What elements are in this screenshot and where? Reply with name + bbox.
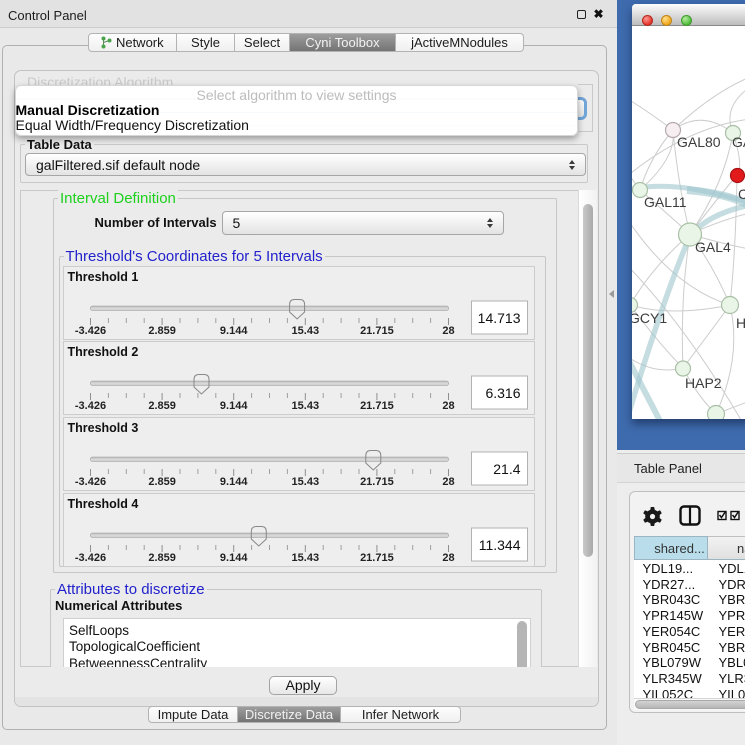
svg-text:15.43: 15.43 xyxy=(291,325,319,337)
svg-text:15.43: 15.43 xyxy=(291,552,319,564)
svg-text:9.144: 9.144 xyxy=(219,325,247,337)
svg-text:GAL11: GAL11 xyxy=(644,194,687,210)
svg-text:-3.426: -3.426 xyxy=(74,325,105,337)
svg-text:GCY1: GCY1 xyxy=(632,310,667,326)
svg-text:2.859: 2.859 xyxy=(148,325,176,337)
svg-text:9.144: 9.144 xyxy=(219,552,247,564)
svg-text:11.344: 11.344 xyxy=(478,537,520,553)
svg-text:GAL4: GAL4 xyxy=(695,239,731,255)
svg-text:2.859: 2.859 xyxy=(148,476,176,488)
svg-text:C: C xyxy=(738,186,745,202)
svg-text:28: 28 xyxy=(442,476,454,488)
svg-text:-3.426: -3.426 xyxy=(74,552,105,564)
svg-text:2.859: 2.859 xyxy=(148,400,176,412)
svg-text:H: H xyxy=(736,315,745,331)
svg-text:21.715: 21.715 xyxy=(360,400,394,412)
svg-text:-3.426: -3.426 xyxy=(74,400,105,412)
svg-text:HAP2: HAP2 xyxy=(685,375,722,391)
svg-text:15.43: 15.43 xyxy=(291,476,319,488)
svg-text:21.4: 21.4 xyxy=(493,461,520,477)
svg-text:28: 28 xyxy=(442,400,454,412)
svg-text:9.144: 9.144 xyxy=(219,476,247,488)
svg-text:9.144: 9.144 xyxy=(219,400,247,412)
svg-text:-3.426: -3.426 xyxy=(74,476,105,488)
svg-text:GAL80: GAL80 xyxy=(677,134,721,150)
svg-text:14.713: 14.713 xyxy=(477,310,520,326)
svg-text:6.316: 6.316 xyxy=(485,385,520,401)
svg-text:28: 28 xyxy=(442,552,454,564)
svg-text:28: 28 xyxy=(442,325,454,337)
svg-text:15.43: 15.43 xyxy=(291,400,319,412)
svg-text:GA: GA xyxy=(732,134,745,150)
svg-text:2.859: 2.859 xyxy=(148,552,176,564)
svg-text:21.715: 21.715 xyxy=(360,325,394,337)
svg-text:21.715: 21.715 xyxy=(360,476,394,488)
svg-text:21.715: 21.715 xyxy=(360,552,394,564)
